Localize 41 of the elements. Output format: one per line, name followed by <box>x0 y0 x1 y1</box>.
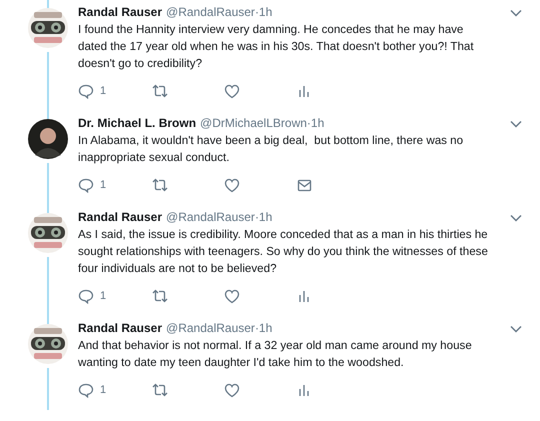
user-handle[interactable]: @RandalRauser <box>166 210 255 224</box>
avatar[interactable] <box>28 324 68 364</box>
timestamp[interactable]: ·1h <box>254 5 272 19</box>
tweet-text: In Alabama, it wouldn't have been a big deal, but bottom line, there was no inappropriate sexual conduct. <box>78 133 464 166</box>
reply-icon[interactable] <box>78 84 94 98</box>
timestamp[interactable]: ·1h <box>306 116 324 130</box>
caret-icon[interactable] <box>510 214 522 222</box>
avatar[interactable] <box>28 213 68 253</box>
retweet-icon[interactable] <box>151 84 169 98</box>
retweet-icon[interactable] <box>151 289 169 303</box>
user-name[interactable]: Dr. Michael L. Brown <box>78 116 196 130</box>
caret-icon[interactable] <box>510 9 522 17</box>
caret-icon[interactable] <box>510 325 522 333</box>
heart-icon[interactable] <box>224 178 240 192</box>
reply-icon[interactable] <box>78 178 94 192</box>
mail-icon[interactable] <box>297 178 312 192</box>
user-name[interactable]: Randal Rauser <box>78 321 162 335</box>
reply-count: 1 <box>100 290 106 302</box>
heart-icon[interactable] <box>224 382 240 398</box>
user-handle[interactable]: @DrMichaelLBrown <box>200 116 307 130</box>
reply-count: 1 <box>100 179 106 191</box>
tweet-text: As I said, the issue is credibility. Moore conceded that as a man in his thirties he sought relationships with teenagers. So why do you think the witnesses of these four individuals are not to be believed? <box>78 227 489 277</box>
avatar[interactable] <box>28 119 68 159</box>
timestamp[interactable]: ·1h <box>254 210 272 224</box>
tweet-text: And that behavior is not normal. If a 32 year old man came around my house wanting to date my teen daughter I'd take him to the woodshed. <box>78 338 473 371</box>
heart-icon[interactable] <box>224 84 240 98</box>
user-name[interactable]: Randal Rauser <box>78 5 162 19</box>
user-name[interactable]: Randal Rauser <box>78 210 162 224</box>
user-handle[interactable]: @RandalRauser <box>166 321 255 335</box>
retweet-icon[interactable] <box>151 178 169 192</box>
reply-icon[interactable] <box>78 382 94 398</box>
heart-icon[interactable] <box>224 288 240 304</box>
user-handle[interactable]: @RandalRauser <box>166 5 255 19</box>
caret-icon[interactable] <box>510 120 522 128</box>
tweet-text: I found the Hannity interview very damning. He concedes that he may have dated the 17 year old when he was in his 30s. That doesn't bother you?! That doesn't go to credibility? <box>78 22 475 72</box>
reply-count: 1 <box>100 384 106 396</box>
retweet-icon[interactable] <box>151 383 169 397</box>
avatar[interactable] <box>28 8 68 48</box>
reply-icon[interactable] <box>78 288 94 304</box>
timestamp[interactable]: ·1h <box>254 321 272 335</box>
reply-count: 1 <box>100 85 106 97</box>
